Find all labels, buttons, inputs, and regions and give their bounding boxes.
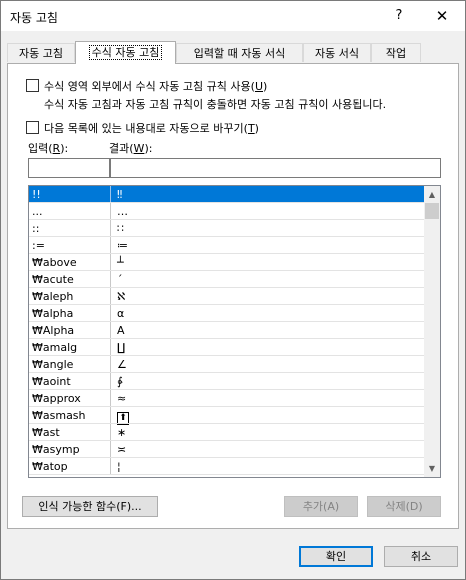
list-item-result: ∳	[110, 373, 424, 390]
replace-checkbox[interactable]	[26, 121, 39, 134]
replace-text-option[interactable]: 다음 목록에 있는 내용대로 자동으로 바꾸기(T)	[26, 120, 259, 136]
tab-autoformat-as-you-type[interactable]: 입력할 때 자동 서식	[176, 43, 303, 62]
cancel-button[interactable]: 취소	[384, 546, 458, 567]
list-item-input: ...	[32, 205, 43, 218]
list-item[interactable]: ₩Alpha Α	[29, 322, 424, 339]
scroll-down-arrow-icon[interactable]: ▼	[424, 460, 440, 477]
list-item[interactable]: :: ∷	[29, 220, 424, 237]
list-item-input: ₩aoint	[32, 375, 71, 388]
list-item[interactable]: ₩amalg ∐	[29, 339, 424, 356]
tab-panel: 수식 영역 외부에서 수식 자동 고침 규칙 사용(U) 수식 자동 고침과 자…	[7, 63, 459, 529]
help-button[interactable]: ?	[384, 1, 414, 31]
list-item-input: ₩Alpha	[32, 324, 75, 337]
list-item-input: !!	[32, 188, 41, 201]
tab-math-autocorrect[interactable]: 수식 자동 고침	[75, 41, 176, 64]
list-item-input: ₩angle	[32, 358, 74, 371]
list-item-input: ₩amalg	[32, 341, 78, 354]
tab-autoformat[interactable]: 자동 서식	[303, 43, 371, 62]
scroll-thumb[interactable]	[425, 203, 439, 219]
list-item[interactable]: := ≔	[29, 237, 424, 254]
list-item-result: …	[110, 203, 424, 220]
title-bar: 자동 고침 ? ✕	[1, 1, 465, 31]
list-item[interactable]: ₩asymp ≍	[29, 441, 424, 458]
list-item-input: ::	[32, 222, 40, 235]
row-divider	[29, 474, 424, 475]
list-item-result: ┴	[110, 254, 424, 271]
list-item[interactable]: ₩aleph ℵ	[29, 288, 424, 305]
tab-actions[interactable]: 작업	[371, 43, 421, 62]
list-item-result: ´	[110, 271, 424, 288]
list-item[interactable]: ₩alpha α	[29, 305, 424, 322]
list-item[interactable]: ₩aoint ∳	[29, 373, 424, 390]
list-item-result: Α	[110, 322, 424, 339]
list-item-result: α	[110, 305, 424, 322]
list-item[interactable]: ₩angle ∠	[29, 356, 424, 373]
delete-button[interactable]: 삭제(D)	[367, 496, 441, 517]
list-item-result: ∷	[110, 220, 424, 237]
use-outside-math-option[interactable]: 수식 영역 외부에서 수식 자동 고침 규칙 사용(U)	[26, 78, 267, 94]
list-item[interactable]: ₩ast ∗	[29, 424, 424, 441]
list-item-result: ∐	[110, 339, 424, 356]
list-item-result: ¦	[110, 458, 424, 475]
autocorrect-dialog: 자동 고침 ? ✕ 자동 고침 수식 자동 고침 입력할 때 자동 서식 자동 …	[0, 0, 466, 580]
list-item-input: ₩above	[32, 256, 77, 269]
recognized-functions-button[interactable]: 인식 가능한 함수(F)...	[22, 496, 158, 517]
list-item[interactable]: ₩acute ´	[29, 271, 424, 288]
list-item-result: ℵ	[110, 288, 424, 305]
list-item-result: ∠	[110, 356, 424, 373]
input-field[interactable]	[28, 158, 110, 178]
close-button[interactable]: ✕	[425, 1, 459, 31]
tab-autocorrect[interactable]: 자동 고침	[7, 43, 75, 62]
ok-button[interactable]: 확인	[299, 546, 373, 567]
list-item[interactable]: ... …	[29, 203, 424, 220]
list-item[interactable]: ₩atop ¦	[29, 458, 424, 475]
add-button[interactable]: 추가(A)	[284, 496, 358, 517]
list-item-input: ₩acute	[32, 273, 74, 286]
list-item-result: ≈	[110, 390, 424, 407]
input-label: 입력(R):	[28, 142, 69, 155]
list-item-input: ₩ast	[32, 426, 60, 439]
list-item-input: :=	[32, 239, 45, 252]
list-item-input: ₩alpha	[32, 307, 74, 320]
list-item-input: ₩aleph	[32, 290, 74, 303]
list-item[interactable]: ₩above ┴	[29, 254, 424, 271]
list-item-result: ≔	[110, 237, 424, 254]
conflict-note: 수식 자동 고침과 자동 고침 규칙이 충돌하면 자동 고침 규칙이 사용됩니다…	[44, 98, 387, 111]
list-item-input: ₩approx	[32, 392, 81, 405]
result-label: 결과(W):	[109, 142, 153, 155]
list-item-result: ‼	[110, 186, 424, 203]
list-item-result: ≍	[110, 441, 424, 458]
list-scrollbar[interactable]: ▲ ▼	[424, 186, 440, 477]
list-item-input: ₩atop	[32, 460, 68, 473]
window-title: 자동 고침	[10, 11, 58, 25]
list-item[interactable]: ₩asmash ⬆	[29, 407, 424, 425]
list-item-input: ₩asymp	[32, 443, 80, 456]
list-item-result: ∗	[110, 424, 424, 441]
result-field[interactable]	[110, 158, 441, 178]
list-item-input: ₩asmash	[32, 409, 86, 422]
autocorrect-list[interactable]: !! ‼...…:: ∷:= ≔ ₩above ┴ ₩acute ´ ₩aleph ℵ ₩alpha…	[28, 185, 441, 478]
list-item[interactable]: ₩approx ≈	[29, 390, 424, 407]
list-item-result: ⬆	[110, 407, 424, 425]
use-outside-checkbox[interactable]	[26, 79, 39, 92]
scroll-up-arrow-icon[interactable]: ▲	[424, 186, 440, 203]
list-item[interactable]: !! ‼	[29, 186, 424, 203]
